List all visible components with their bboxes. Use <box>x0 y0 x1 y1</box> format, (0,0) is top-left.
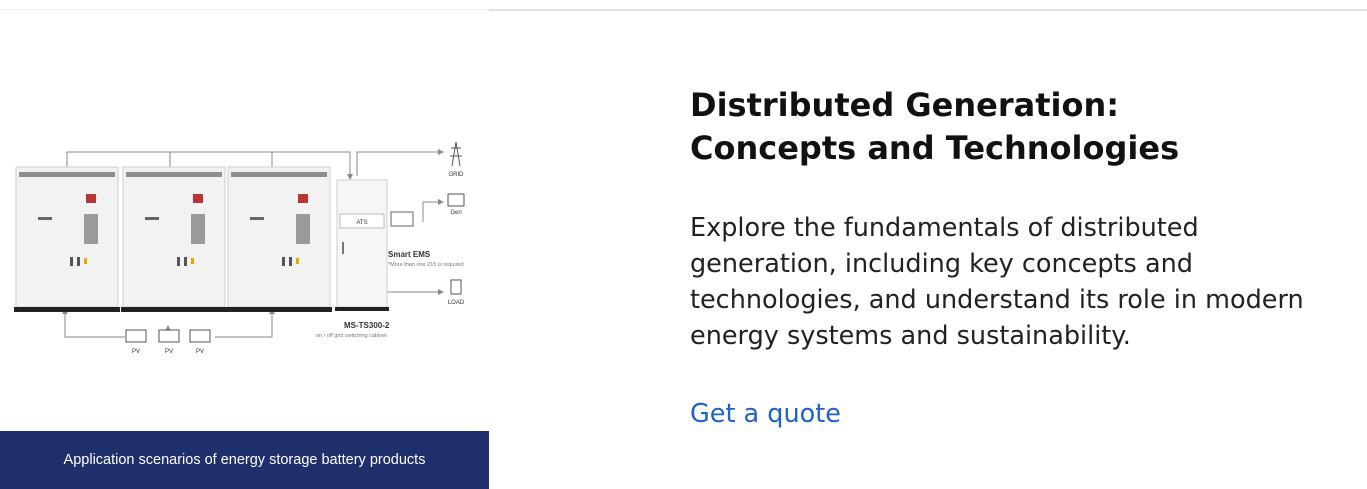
gen-label: Gen <box>450 210 461 216</box>
load-icon <box>450 279 462 295</box>
pv-label: PV <box>196 349 204 355</box>
article-description: Explore the fundamentals of distributed … <box>690 213 1304 351</box>
generator-icon <box>447 193 465 207</box>
system-diagram: ATS GRID Gen LOAD Smart EMS *More than o… <box>14 141 465 355</box>
product-figure: ATS GRID Gen LOAD Smart EMS *More than o… <box>0 12 489 489</box>
smart-ems-note: *More than one 215 is required <box>388 262 464 268</box>
smart-ems-label: Smart EMS <box>388 250 431 259</box>
article-title-line-1: Distributed Generation: <box>690 86 1120 124</box>
article-title: Distributed Generation: Concepts and Tec… <box>690 84 1330 170</box>
get-quote-link[interactable]: Get a quote <box>690 396 1330 432</box>
article-content: Distributed Generation: Concepts and Tec… <box>690 84 1330 432</box>
figure-caption-bar: Application scenarios of energy storage … <box>0 431 489 489</box>
article-title-line-2: Concepts and Technologies <box>690 129 1180 167</box>
ats-label: ATS <box>356 220 367 226</box>
top-divider-left <box>0 9 489 10</box>
model-label: MS-TS300-2 <box>344 321 390 330</box>
grid-tower-icon <box>450 141 462 167</box>
pv-label: PV <box>165 349 173 355</box>
figure-caption: Application scenarios of energy storage … <box>63 452 426 468</box>
load-label: LOAD <box>448 300 465 306</box>
top-divider-right <box>489 9 1367 11</box>
pv-label: PV <box>132 349 140 355</box>
model-sublabel: on / off grid switching cabinet <box>316 333 387 339</box>
grid-label: GRID <box>449 172 465 178</box>
